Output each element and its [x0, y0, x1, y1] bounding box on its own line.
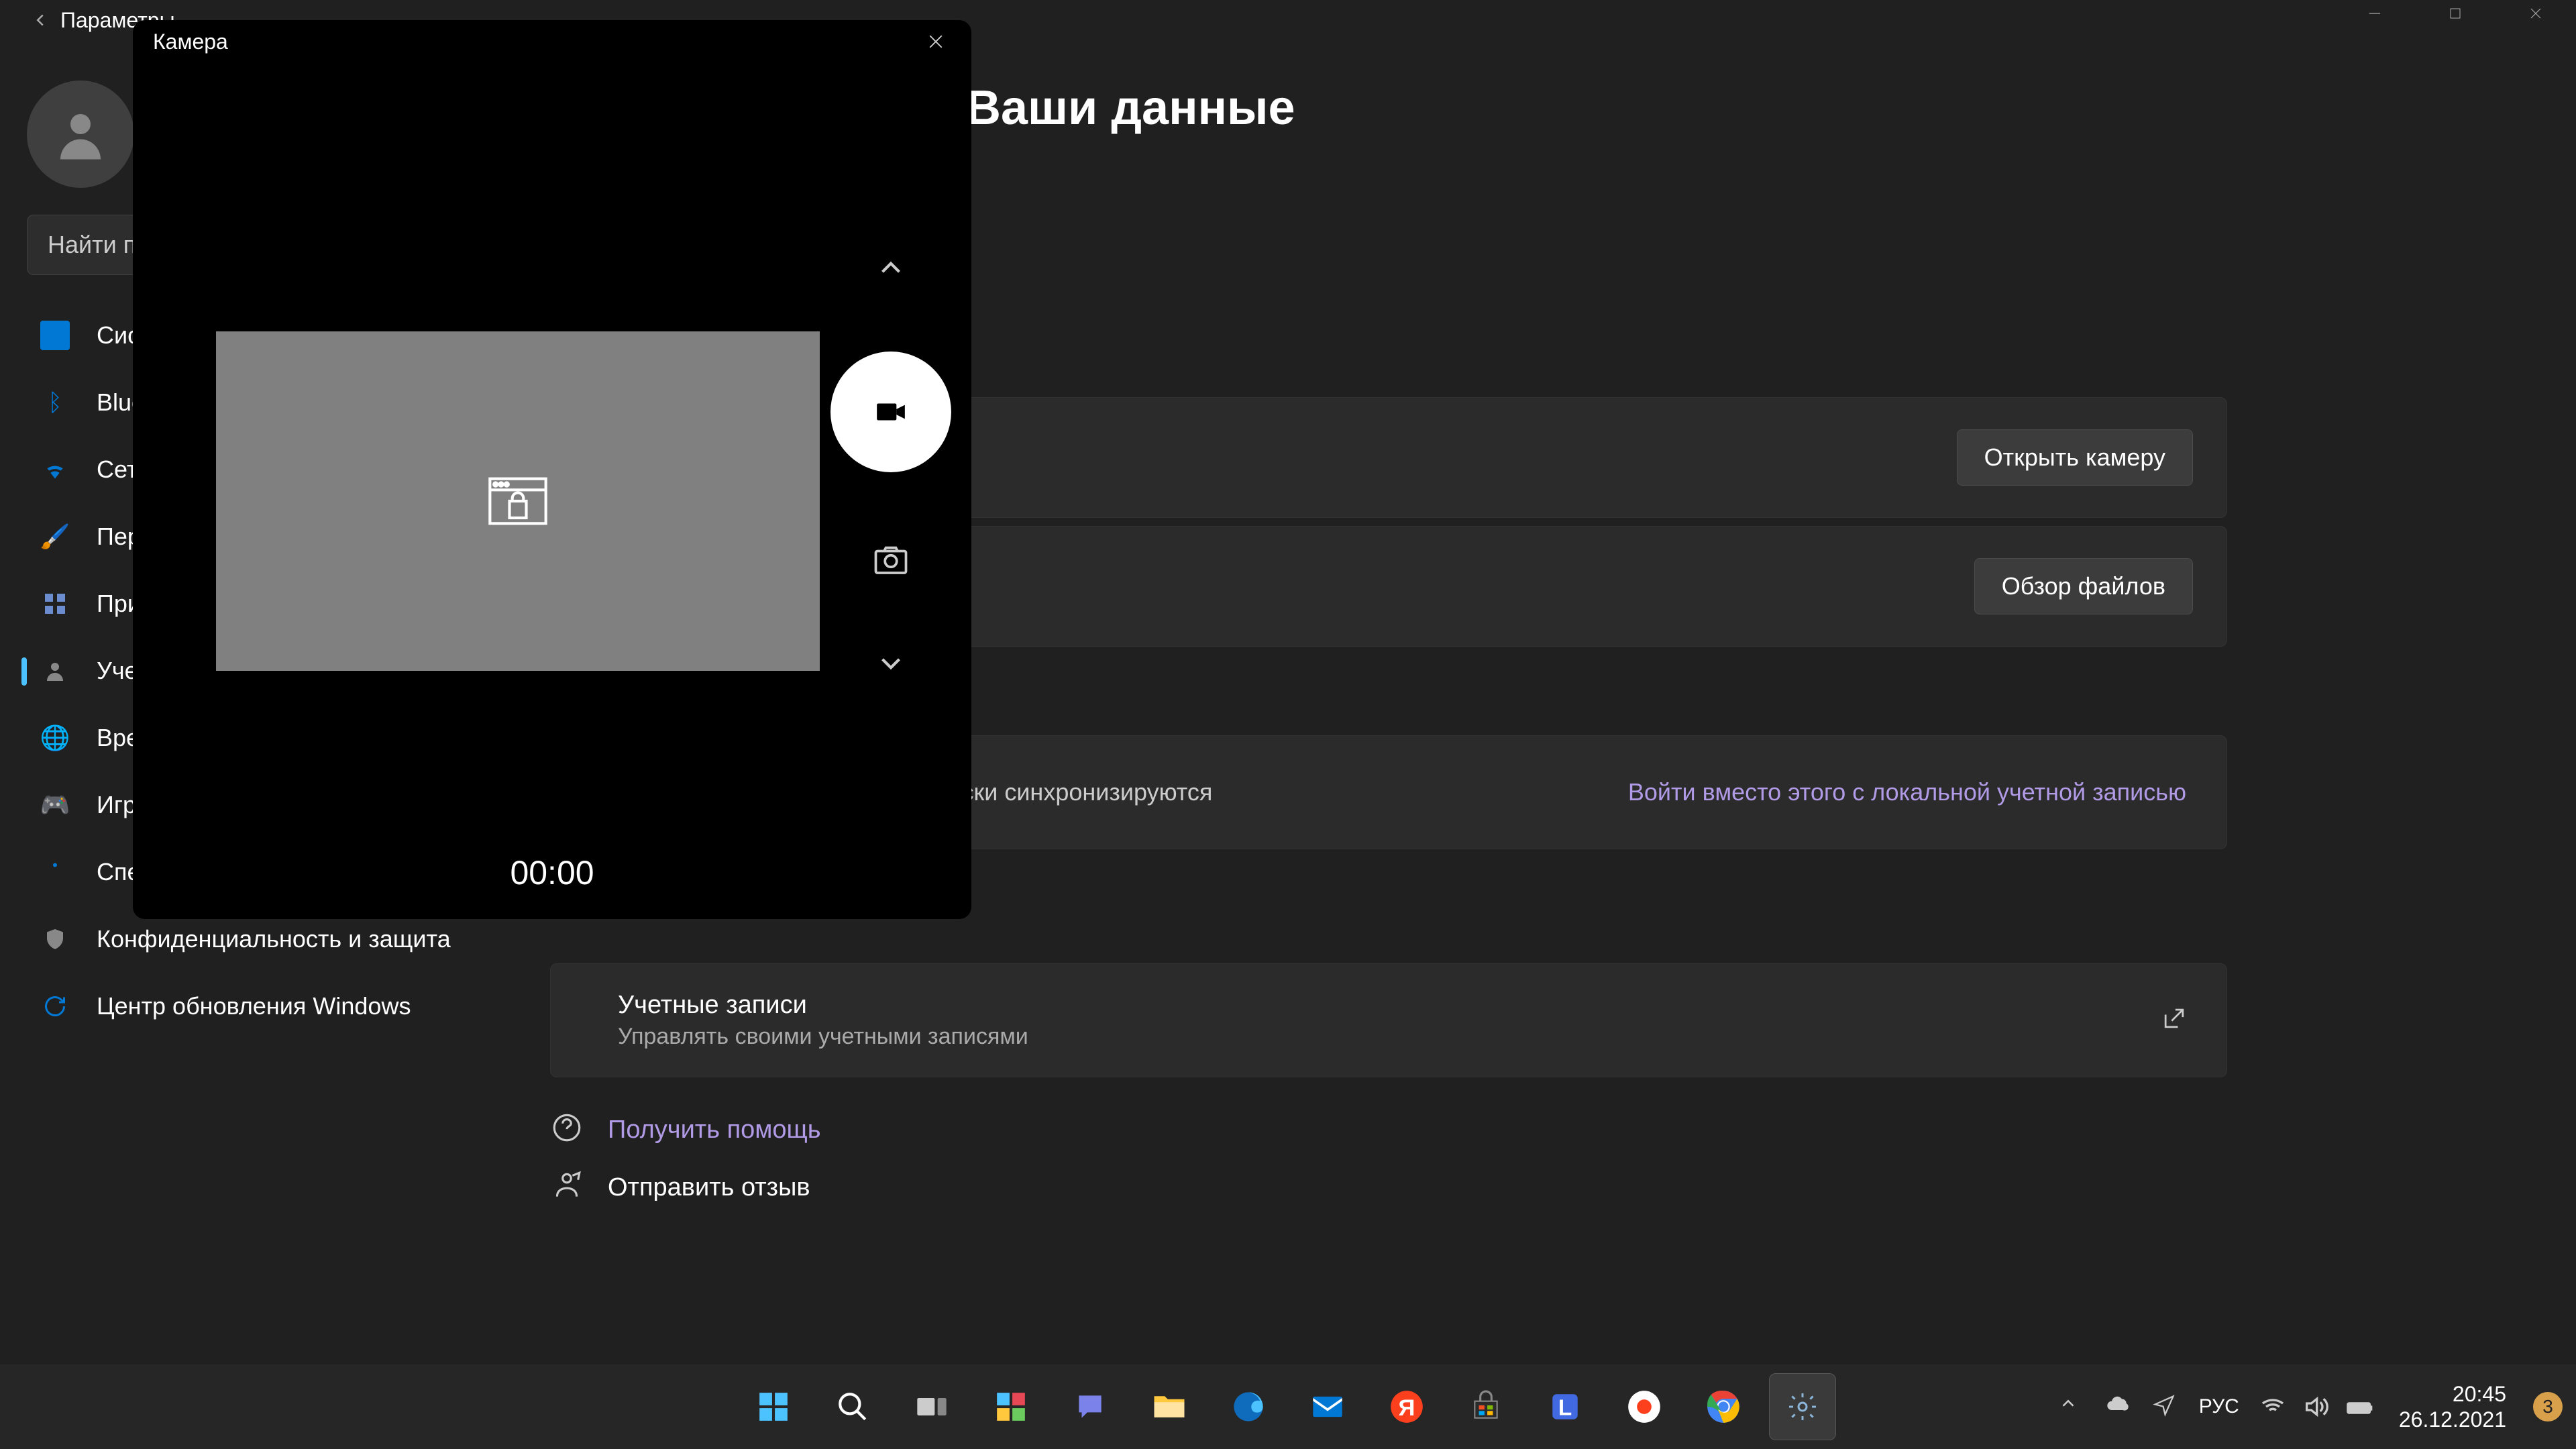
apps-icon — [40, 589, 70, 619]
store-button[interactable] — [1452, 1373, 1519, 1440]
feedback-link[interactable]: Отправить отзыв — [550, 1169, 2227, 1206]
svg-text:Я: Я — [1399, 1395, 1415, 1421]
help-icon — [550, 1111, 588, 1148]
avatar[interactable] — [27, 80, 134, 188]
accounts-subtitle: Управлять своими учетными записями — [618, 1024, 1028, 1050]
update-icon — [40, 991, 70, 1021]
battery-icon — [2345, 1393, 2372, 1420]
help-link-text: Получить помощь — [608, 1116, 821, 1144]
clock-time: 20:45 — [2399, 1381, 2506, 1407]
notification-badge[interactable]: 3 — [2533, 1392, 2563, 1421]
chevron-down-icon[interactable] — [874, 647, 908, 680]
location-icon[interactable] — [2152, 1393, 2179, 1420]
accessibility-icon — [40, 857, 70, 887]
edge-button[interactable] — [1215, 1373, 1282, 1440]
taskbar: Я L РУС 20:45 26.12.2021 3 — [0, 1364, 2576, 1449]
bluetooth-icon: ᛒ — [40, 388, 70, 417]
minimize-button[interactable] — [2334, 0, 2415, 27]
language-indicator[interactable]: РУС — [2199, 1395, 2239, 1418]
help-link[interactable]: Получить помощь — [550, 1111, 2227, 1148]
camera-titlebar: Камера — [133, 20, 971, 63]
accounts-title: Учетные записи — [618, 991, 1028, 1020]
lock-screen-icon — [484, 468, 551, 535]
camera-body: 00:00 — [133, 63, 971, 919]
camera-close-button[interactable] — [920, 26, 951, 57]
settings-button[interactable] — [1769, 1373, 1836, 1440]
person-icon — [50, 104, 111, 164]
system-icon — [40, 321, 70, 350]
wifi-icon — [40, 455, 70, 484]
browse-files-button[interactable]: Обзор файлов — [1974, 558, 2193, 614]
svg-text:L: L — [1558, 1396, 1572, 1421]
camera-side-controls — [830, 251, 951, 680]
lingualeo-button[interactable]: L — [1532, 1373, 1599, 1440]
accounts-icon — [40, 656, 70, 686]
mail-button[interactable] — [1294, 1373, 1361, 1440]
sidebar-item-label: Конфиденциальность и защита — [97, 925, 451, 953]
external-link-icon — [2159, 1004, 2193, 1037]
sidebar-item-update[interactable]: Центр обновления Windows — [27, 973, 483, 1040]
camera-title: Камера — [153, 30, 228, 54]
chrome-button[interactable] — [1690, 1373, 1757, 1440]
page-title: Ваши данные — [966, 80, 2227, 136]
yandex-button[interactable]: Я — [1373, 1373, 1440, 1440]
back-button[interactable] — [27, 7, 54, 34]
system-tray: РУС 20:45 26.12.2021 3 — [2058, 1381, 2563, 1433]
camera-preview — [216, 331, 820, 671]
window-controls — [2334, 0, 2576, 27]
quick-settings[interactable] — [2259, 1393, 2372, 1420]
wifi-tray-icon — [2259, 1393, 2286, 1420]
chevron-up-icon[interactable] — [874, 251, 908, 284]
maximize-button[interactable] — [2415, 0, 2496, 27]
sidebar-item-label: Центр обновления Windows — [97, 992, 411, 1020]
clock-date: 26.12.2021 — [2399, 1407, 2506, 1432]
tray-chevron-icon[interactable] — [2058, 1393, 2085, 1420]
card-accounts[interactable]: Учетные записи Управлять своими учетными… — [550, 963, 2227, 1077]
yandex-browser-button[interactable] — [1611, 1373, 1678, 1440]
open-camera-button[interactable]: Открыть камеру — [1957, 429, 2193, 486]
globe-icon: 🌐 — [40, 723, 70, 753]
explorer-button[interactable] — [1136, 1373, 1203, 1440]
photo-mode-button[interactable] — [871, 539, 911, 580]
shield-icon — [40, 924, 70, 954]
search-button[interactable] — [819, 1373, 886, 1440]
camera-window: Камера 00:00 — [133, 20, 971, 919]
record-button[interactable] — [830, 352, 951, 472]
feedback-icon — [550, 1169, 588, 1206]
local-login-link[interactable]: Войти вместо этого с локальной учетной з… — [1628, 778, 2186, 806]
brush-icon: 🖌️ — [40, 522, 70, 551]
taskbar-apps: Я L — [740, 1373, 1836, 1440]
onedrive-icon[interactable] — [2105, 1393, 2132, 1420]
gamepad-icon: 🎮 — [40, 790, 70, 820]
camera-timer: 00:00 — [133, 853, 971, 892]
widgets-button[interactable] — [977, 1373, 1044, 1440]
feedback-link-text: Отправить отзыв — [608, 1173, 810, 1202]
start-button[interactable] — [740, 1373, 807, 1440]
clock[interactable]: 20:45 26.12.2021 — [2399, 1381, 2506, 1433]
video-icon — [869, 395, 912, 429]
close-button[interactable] — [2496, 0, 2576, 27]
volume-icon — [2302, 1393, 2329, 1420]
chat-button[interactable] — [1057, 1373, 1124, 1440]
task-view-button[interactable] — [898, 1373, 965, 1440]
